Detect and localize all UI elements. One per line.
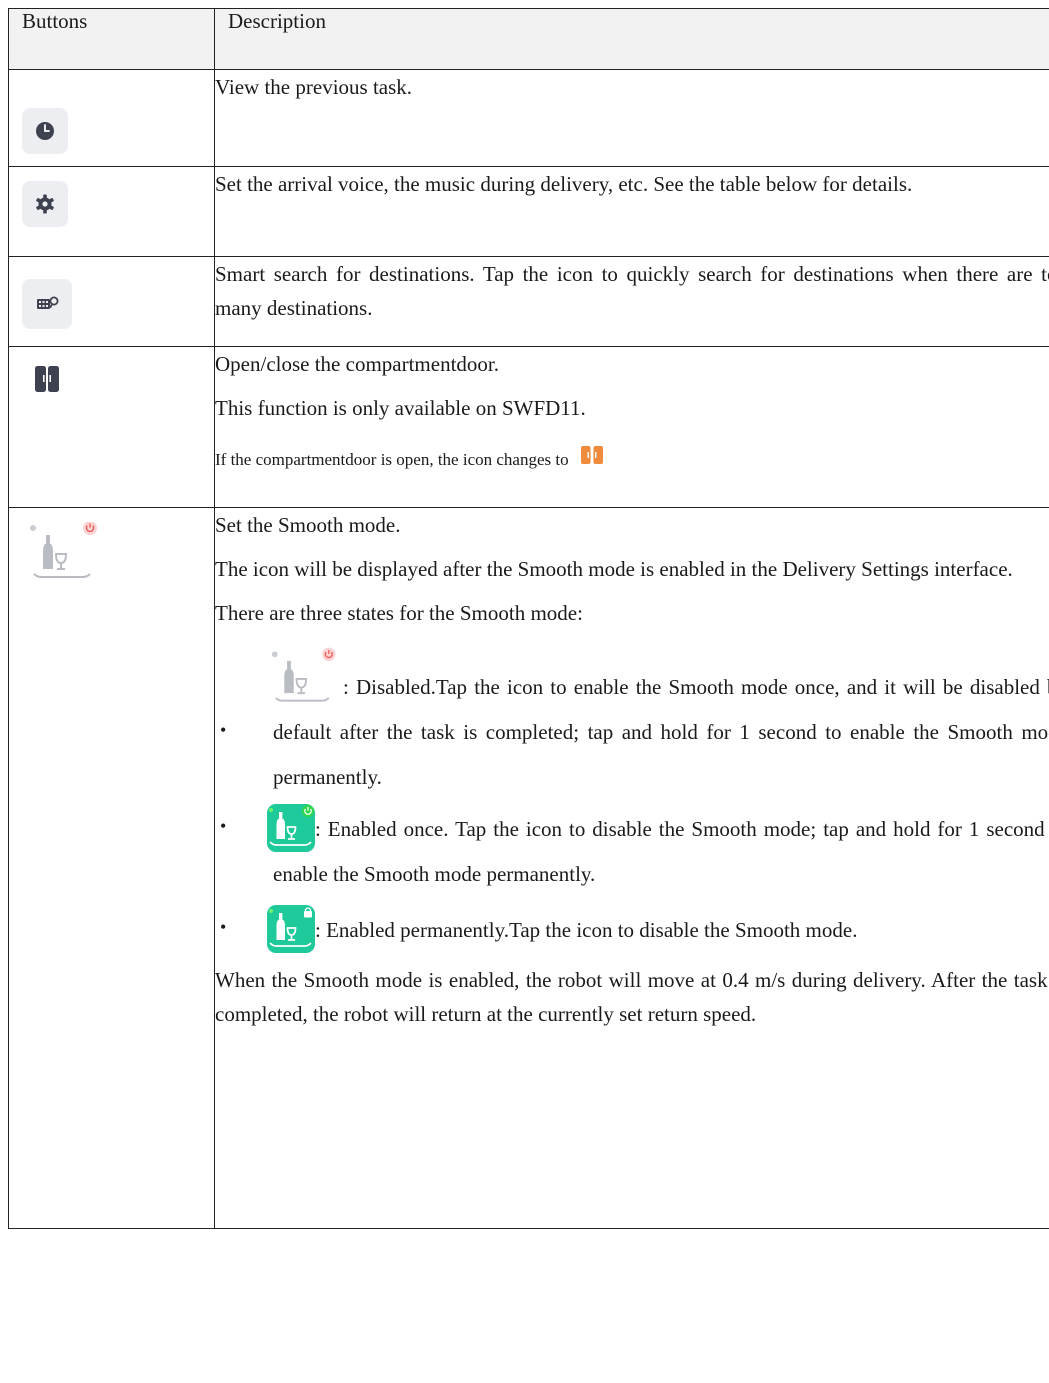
table-row: Set the arrival voice, the music during … — [8, 166, 1049, 257]
smooth-enabled-permanent-icon — [267, 905, 315, 953]
row-description: View the previous task. — [215, 75, 413, 99]
row-description: The icon will be displayed after the Smo… — [215, 557, 1013, 581]
header-description: Description — [214, 8, 1049, 70]
table-row: Set the Smooth mode. The icon will be di… — [8, 507, 1049, 1229]
row-description: There are three states for the Smooth mo… — [215, 601, 583, 625]
smooth-mode-states-list: • : Disabled.Tap the icon to enable the … — [215, 646, 1049, 953]
compartment-door-button[interactable] — [35, 366, 59, 397]
table-row: Smart search for destinations. Tap the i… — [8, 256, 1049, 347]
smooth-enabled-once-icon — [267, 804, 315, 852]
table-row: View the previous task. — [8, 69, 1049, 167]
button-description-table: Buttons Description View the previous ta… — [8, 8, 1049, 1229]
smart-search-icon — [37, 296, 59, 309]
list-item: • : Disabled.Tap the icon to enable the … — [215, 646, 1049, 800]
row-description: Smart search for destinations. Tap the i… — [215, 262, 1049, 320]
smooth-disabled-icon — [271, 647, 336, 702]
table-row: Open/close the compartmentdoor. This fun… — [8, 346, 1049, 508]
settings-button[interactable] — [22, 181, 68, 227]
row-description: When the Smooth mode is enabled, the rob… — [215, 968, 1049, 1026]
list-item: • : Enabled once. Tap the icon to disabl… — [215, 804, 1049, 897]
table-header-row: Buttons Description — [8, 8, 1049, 70]
gear-icon — [36, 194, 54, 214]
smooth-mode-button[interactable] — [29, 521, 105, 589]
compartment-door-icon — [35, 366, 59, 392]
history-button[interactable] — [22, 108, 68, 154]
smooth-mode-icon — [30, 521, 97, 578]
row-description: Set the arrival voice, the music during … — [215, 172, 913, 196]
row-description: Set the Smooth mode. — [215, 513, 401, 537]
header-buttons: Buttons — [8, 8, 215, 70]
list-item: • : Enabled permanently.Tap the icon to … — [215, 905, 1049, 953]
row-description: This function is only available on SWFD1… — [215, 396, 586, 420]
row-description: Open/close the compartmentdoor. — [215, 352, 500, 376]
smart-search-button[interactable] — [22, 279, 72, 329]
clock-icon — [36, 122, 54, 140]
compartment-door-open-icon — [580, 446, 603, 464]
row-note: If the compartmentdoor is open, the icon… — [215, 443, 1049, 477]
